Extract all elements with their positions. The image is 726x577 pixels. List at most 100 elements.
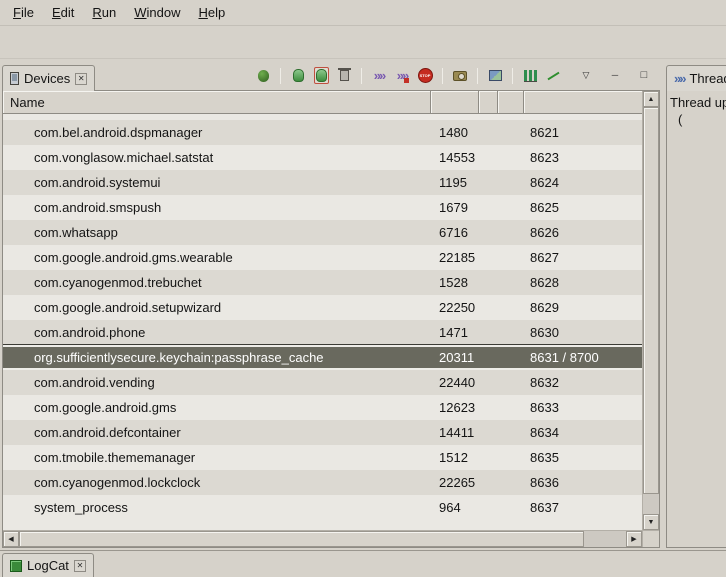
name-header-label: Name (10, 95, 45, 110)
process-pid: 1528 (431, 275, 479, 290)
debug-port: 8633 (524, 400, 642, 415)
process-name: com.google.android.gms (3, 400, 431, 415)
table-row[interactable]: com.android.smspush16798625 (3, 195, 642, 220)
table-row[interactable]: com.google.android.gms.wearable221858627 (3, 245, 642, 270)
update-threads-button[interactable] (369, 66, 389, 86)
debug-port: 8629 (524, 300, 642, 315)
process-name: com.bel.android.dspmanager (3, 125, 431, 140)
table-row[interactable]: system_process9648637 (3, 495, 642, 520)
process-pid: 22265 (431, 475, 479, 490)
close-icon[interactable]: ✕ (75, 73, 87, 85)
column-header-blank2[interactable] (498, 91, 524, 114)
debug-port: 8626 (524, 225, 642, 240)
horizontal-scroll-track[interactable] (19, 531, 626, 547)
threads-panel: Threads Thread up ( (666, 61, 726, 548)
debug-port: 8635 (524, 450, 642, 465)
process-name: com.android.systemui (3, 175, 431, 190)
menu-run[interactable]: Run (83, 2, 125, 23)
menu-window[interactable]: Window (125, 2, 189, 23)
method-profiling-button[interactable] (392, 66, 412, 86)
column-header-pid[interactable] (431, 91, 479, 114)
main-toolbar (0, 26, 726, 59)
table-row-selected[interactable]: org.sufficientlysecure.keychain:passphra… (3, 345, 642, 370)
table-row[interactable]: com.whatsapp67168626 (3, 220, 642, 245)
device-table-body: com.bel.android.dspmanager14808621com.vo… (3, 114, 642, 530)
sysinfo-button[interactable] (520, 66, 540, 86)
process-pid: 20311 (431, 350, 479, 365)
table-row[interactable]: com.cyanogenmod.lockclock222658636 (3, 470, 642, 495)
update-heap-button[interactable] (288, 66, 308, 86)
table-row[interactable]: com.google.android.gms12623 8633 (3, 395, 642, 420)
process-name: com.google.android.gms.wearable (3, 250, 431, 265)
tab-logcat[interactable]: LogCat ✕ (2, 553, 94, 577)
tab-threads[interactable]: Threads (666, 65, 726, 91)
threads-message-line1: Thread up (670, 94, 726, 111)
scroll-right-button[interactable]: ▶ (626, 531, 642, 547)
scroll-up-button[interactable]: ▲ (643, 91, 659, 107)
tab-devices[interactable]: Devices ✕ (2, 65, 95, 91)
menu-edit[interactable]: Edit (43, 2, 83, 23)
process-pid: 12623 (431, 400, 479, 415)
screen-record-button[interactable] (485, 66, 505, 86)
logcat-tab-label: LogCat (27, 558, 69, 573)
hierarchy-button[interactable] (543, 66, 563, 86)
table-header: Name (3, 91, 642, 114)
table-row[interactable]: com.android.systemui11958624 (3, 170, 642, 195)
column-header-name[interactable]: Name (3, 91, 431, 114)
table-row[interactable]: com.vonglasow.michael.satstat145538623 (3, 145, 642, 170)
scroll-left-button[interactable]: ◀ (3, 531, 19, 547)
debug-port: 8632 (524, 375, 642, 390)
process-pid: 1195 (431, 175, 479, 190)
minimize-icon: ─ (612, 71, 618, 80)
debug-port: 8623 (524, 150, 642, 165)
table-row[interactable]: com.android.vending224408632 (3, 370, 642, 395)
process-pid: 1471 (431, 325, 479, 340)
process-name: com.cyanogenmod.lockclock (3, 475, 431, 490)
column-header-blank1[interactable] (479, 91, 498, 114)
devices-panel-body: Name com.bel.android.dspmanager14808621c… (2, 90, 660, 548)
method-profiling-icon (397, 69, 407, 82)
cause-gc-button[interactable] (334, 66, 354, 86)
vertical-scroll-track[interactable] (643, 107, 659, 514)
debug-port: 8630 (524, 325, 642, 340)
table-row[interactable]: com.google.android.setupwizard222508629 (3, 295, 642, 320)
view-menu-button[interactable]: ▽ (576, 66, 596, 86)
minimize-button[interactable]: ─ (605, 66, 625, 86)
table-row[interactable]: com.android.defcontainer144118634 (3, 420, 642, 445)
table-filler (3, 520, 642, 530)
devices-tab-label: Devices (24, 71, 70, 86)
heap-icon (293, 69, 304, 82)
bar-chart-icon (524, 70, 537, 82)
devices-toolbar: STOP ▽ ─ □ (95, 61, 660, 90)
logcat-bar: LogCat ✕ (0, 550, 726, 577)
column-header-port[interactable] (524, 91, 642, 114)
menu-file[interactable]: File (4, 2, 43, 23)
table-row[interactable]: com.cyanogenmod.trebuchet1528 8628 (3, 270, 642, 295)
table-row[interactable]: com.android.phone1471 8630 (3, 320, 642, 345)
debug-port: 8628 (524, 275, 642, 290)
vertical-scrollbar[interactable]: ▲ ▼ (642, 91, 659, 530)
maximize-button[interactable]: □ (634, 66, 654, 86)
process-name: com.cyanogenmod.trebuchet (3, 275, 431, 290)
process-name: com.android.phone (3, 325, 431, 340)
process-pid: 1480 (431, 125, 479, 140)
process-name: com.android.smspush (3, 200, 431, 215)
dump-hprof-button[interactable] (311, 66, 331, 86)
debug-process-button[interactable] (253, 66, 273, 86)
screen-capture-button[interactable] (450, 66, 470, 86)
debug-port: 8631 / 8700 (524, 350, 642, 365)
toolbar-separator (280, 68, 281, 84)
vertical-scroll-thumb[interactable] (643, 107, 659, 494)
scroll-down-button[interactable]: ▼ (643, 514, 659, 530)
toolbar-separator (477, 68, 478, 84)
view-menu-icon: ▽ (583, 71, 590, 80)
table-row[interactable]: com.bel.android.dspmanager14808621 (3, 120, 642, 145)
close-icon[interactable]: ✕ (74, 560, 86, 572)
table-row[interactable]: com.tmobile.thememanager15128635 (3, 445, 642, 470)
horizontal-scroll-thumb[interactable] (19, 531, 584, 547)
horizontal-scrollbar[interactable]: ◀ ▶ (3, 531, 642, 547)
menubar: FileEditRunWindowHelp (0, 0, 726, 26)
device-process-table: Name com.bel.android.dspmanager14808621c… (3, 91, 642, 530)
stop-process-button[interactable]: STOP (415, 66, 435, 86)
menu-help[interactable]: Help (189, 2, 234, 23)
